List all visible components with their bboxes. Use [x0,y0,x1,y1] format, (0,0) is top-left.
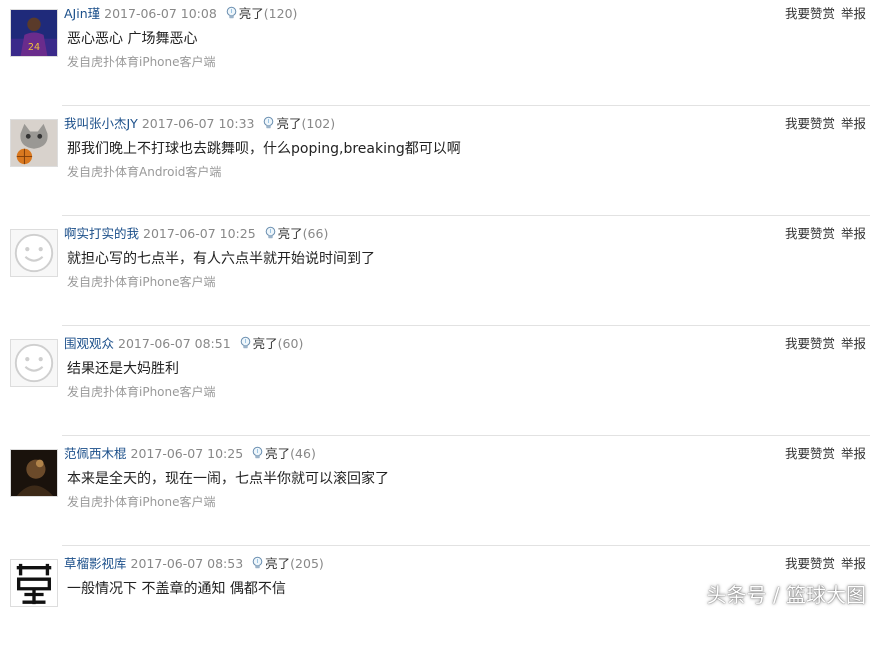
svg-text:24: 24 [28,42,40,53]
comment-actions: 我要赞赏 举报 [785,335,866,353]
reward-button[interactable]: 我要赞赏 [785,556,835,571]
light-button[interactable]: 亮了(102) [262,116,335,131]
device-source: 发自虎扑体育iPhone客户端 [67,55,216,69]
divider [62,215,870,216]
report-button[interactable]: 举报 [841,6,866,21]
comment-meta: AJin瑾 2017-06-07 10:08 亮了(120) [64,5,297,23]
light-label: 亮了 [252,336,278,351]
comment-actions: 我要赞赏 举报 [785,115,866,133]
comment-time: 2017-06-07 10:33 [141,116,255,131]
comment-meta: 啊实打实的我 2017-06-07 10:25 亮了(66) [64,225,328,243]
avatar[interactable] [10,229,58,277]
light-count: (46) [290,446,316,461]
lightbulb-icon [251,556,264,570]
lightbulb-icon [225,6,238,20]
comment-text: 恶心恶心 广场舞恶心 [67,31,198,47]
comment-time: 2017-06-07 10:25 [143,226,256,241]
divider [62,105,870,106]
username-link[interactable]: 我叫张小杰JY [64,116,138,131]
comment-meta: 范佩西木棍 2017-06-07 10:25 亮了(46) [64,445,316,463]
light-count: (66) [302,226,329,241]
comment-actions: 我要赞赏 举报 [785,225,866,243]
report-button[interactable]: 举报 [841,116,866,131]
light-label: 亮了 [238,6,264,21]
light-count: (120) [263,6,298,21]
lightbulb-icon [262,116,275,130]
comment-text: 那我们晚上不打球也去跳舞呗，什么poping,breaking都可以啊 [67,141,461,157]
light-button[interactable]: 亮了(46) [251,446,316,461]
lightbulb-icon [239,336,252,350]
avatar[interactable] [10,559,58,607]
light-button[interactable]: 亮了(66) [264,226,329,241]
comment-item: 我叫张小杰JY 2017-06-07 10:33 亮了(102) 我要赞赏 举报那我们晚… [0,110,880,220]
comment-item: 啊实打实的我 2017-06-07 10:25 亮了(66) 我要赞赏 举报就担心写的七… [0,220,880,330]
reward-button[interactable]: 我要赞赏 [785,336,835,351]
light-label: 亮了 [276,116,302,131]
light-button[interactable]: 亮了(120) [225,6,298,21]
lightbulb-icon [264,226,277,240]
avatar[interactable] [10,339,58,387]
comment-text: 结果还是大妈胜利 [67,361,179,377]
light-button[interactable]: 亮了(205) [251,556,324,571]
comment-meta: 草榴影视库 2017-06-07 08:53 亮了(205) [64,555,324,573]
username-link[interactable]: 范佩西木棍 [64,446,127,461]
comment-item: 范佩西木棍 2017-06-07 10:25 亮了(46) 我要赞赏 举报本来是全天的，… [0,440,880,550]
avatar[interactable] [10,449,58,497]
reward-button[interactable]: 我要赞赏 [785,446,835,461]
device-source: 发自虎扑体育iPhone客户端 [67,495,216,509]
light-label: 亮了 [265,446,291,461]
username-link[interactable]: 草榴影视库 [64,556,127,571]
reward-button[interactable]: 我要赞赏 [785,6,835,21]
comment-time: 2017-06-07 10:08 [104,6,217,21]
comment-actions: 我要赞赏 举报 [785,555,866,573]
report-button[interactable]: 举报 [841,336,866,351]
comment-text: 本来是全天的，现在一闹，七点半你就可以滚回家了 [67,471,389,487]
divider [62,325,870,326]
light-count: (102) [301,116,336,131]
avatar[interactable] [10,119,58,167]
watermark: 头条号 / 篮球大图 [706,583,866,607]
username-link[interactable]: AJin瑾 [64,6,100,21]
light-label: 亮了 [277,226,303,241]
username-link[interactable]: 围观观众 [64,336,114,351]
report-button[interactable]: 举报 [841,556,866,571]
light-count: (205) [290,556,324,571]
report-button[interactable]: 举报 [841,446,866,461]
comment-meta: 我叫张小杰JY 2017-06-07 10:33 亮了(102) [64,115,335,133]
divider [62,545,870,546]
comment-meta: 围观观众 2017-06-07 08:51 亮了(60) [64,335,303,353]
comment-time: 2017-06-07 08:51 [118,336,231,351]
reward-button[interactable]: 我要赞赏 [785,226,835,241]
comment-text: 就担心写的七点半，有人六点半就开始说时间到了 [67,251,375,267]
device-source: 发自虎扑体育iPhone客户端 [67,275,216,289]
comment-actions: 我要赞赏 举报 [785,5,866,23]
comment-time: 2017-06-07 10:25 [130,446,244,461]
device-source: 发自虎扑体育Android客户端 [67,165,222,179]
report-button[interactable]: 举报 [841,226,866,241]
comment-item: 24 AJin瑾 2017-06-07 10:08 亮了(120) 我要赞赏 举报恶心恶心… [0,0,880,110]
comment-text: 一般情况下 不盖章的通知 偶都不信 [67,581,286,597]
light-button[interactable]: 亮了(60) [239,336,304,351]
light-count: (60) [277,336,304,351]
comment-item: 围观观众 2017-06-07 08:51 亮了(60) 我要赞赏 举报结果还是大妈胜利… [0,330,880,440]
device-source: 发自虎扑体育iPhone客户端 [67,385,216,399]
divider [62,435,870,436]
light-label: 亮了 [265,556,291,571]
avatar[interactable]: 24 [10,9,58,57]
username-link[interactable]: 啊实打实的我 [64,226,139,241]
comment-actions: 我要赞赏 举报 [785,445,866,463]
reward-button[interactable]: 我要赞赏 [785,116,835,131]
lightbulb-icon [251,446,264,460]
comment-time: 2017-06-07 08:53 [130,556,244,571]
